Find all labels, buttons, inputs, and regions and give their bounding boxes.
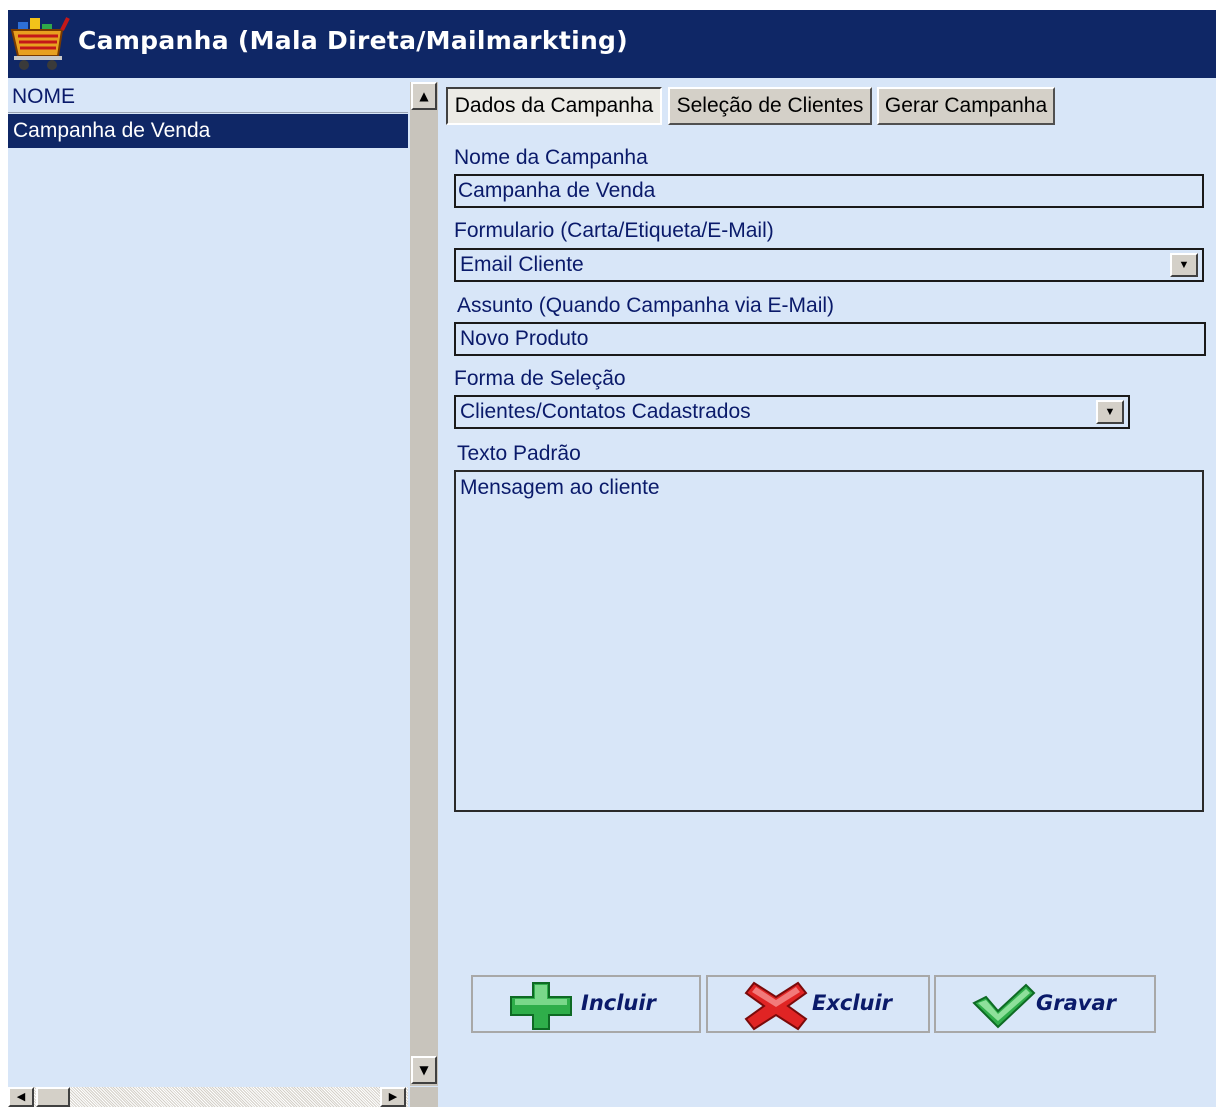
gravar-label: Gravar — [1036, 991, 1116, 1015]
excluir-button[interactable]: Excluir — [706, 975, 930, 1033]
scroll-left-button[interactable]: ◀ — [8, 1087, 34, 1107]
chevron-down-icon[interactable]: ▼ — [1096, 400, 1124, 424]
forma-selecao-label: Forma de Seleção — [454, 367, 626, 390]
nome-campanha-label: Nome da Campanha — [454, 146, 648, 169]
scroll-thumb[interactable] — [36, 1087, 70, 1107]
formulario-label: Formulario (Carta/Etiqueta/E-Mail) — [454, 219, 774, 242]
excluir-label: Excluir — [812, 991, 893, 1015]
list-item[interactable]: Campanha de Venda — [8, 114, 408, 148]
gravar-button[interactable]: Gravar — [934, 975, 1156, 1033]
window-title: Campanha (Mala Direta/Mailmarkting) — [78, 26, 628, 55]
list-header-label: NOME — [12, 85, 75, 108]
tab-selecao-de-clientes[interactable]: Seleção de Clientes — [668, 87, 872, 125]
tab-gerar-campanha[interactable]: Gerar Campanha — [877, 87, 1055, 125]
check-icon — [972, 983, 1036, 1029]
chevron-down-icon[interactable]: ▼ — [1170, 253, 1198, 277]
list-item-label: Campanha de Venda — [13, 119, 211, 142]
tab-dados-da-campanha[interactable]: Dados da Campanha — [446, 87, 662, 125]
assunto-label: Assunto (Quando Campanha via E-Mail) — [457, 294, 835, 317]
formulario-selected-value: Email Cliente — [460, 253, 584, 276]
nome-campanha-field[interactable]: Campanha de Venda — [454, 174, 1204, 208]
campaign-window: Campanha (Mala Direta/Mailmarkting) NOME… — [8, 10, 1216, 1107]
scroll-down-button[interactable]: ▼ — [411, 1056, 437, 1084]
formulario-select[interactable]: Email Cliente ▼ — [454, 248, 1204, 282]
incluir-button[interactable]: Incluir — [471, 975, 701, 1033]
horizontal-scrollbar[interactable]: ◀ ▶ — [8, 1087, 408, 1107]
scroll-right-button[interactable]: ▶ — [380, 1087, 406, 1107]
scroll-up-button[interactable]: ▲ — [411, 82, 437, 110]
x-icon — [744, 981, 808, 1031]
forma-selecao-select[interactable]: Clientes/Contatos Cadastrados ▼ — [454, 395, 1130, 429]
forma-selecao-selected-value: Clientes/Contatos Cadastrados — [460, 400, 751, 423]
list-column-header[interactable]: NOME — [8, 82, 408, 113]
texto-padrao-label: Texto Padrão — [457, 442, 581, 465]
title-bar: Campanha (Mala Direta/Mailmarkting) — [8, 10, 1216, 78]
vertical-scrollbar[interactable]: ▲ ▼ — [410, 82, 438, 1086]
assunto-field[interactable]: Novo Produto — [454, 322, 1206, 356]
scrollbar-corner — [410, 1087, 438, 1107]
shopping-cart-icon — [10, 17, 70, 70]
incluir-label: Incluir — [581, 991, 656, 1015]
plus-icon — [510, 982, 572, 1030]
texto-padrao-textarea[interactable]: Mensagem ao cliente — [454, 470, 1204, 812]
campaign-list-panel: NOME Campanha de Venda ▲ ▼ ◀ ▶ — [8, 78, 440, 1107]
